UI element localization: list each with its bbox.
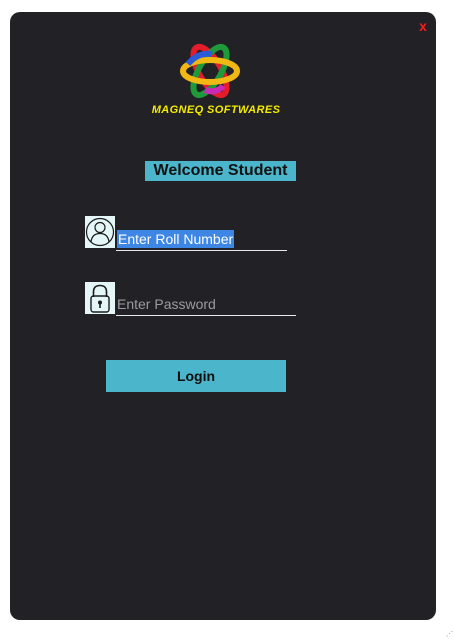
password-input[interactable]: Enter Password: [116, 293, 296, 316]
login-button[interactable]: Login: [106, 360, 286, 392]
brand-name: MAGNEQ SOFTWARES: [151, 104, 281, 116]
login-window: x MAGNEQ SOFTWARES Welcome Student Enter…: [10, 12, 436, 620]
roll-number-text: Enter Roll Number: [117, 230, 235, 248]
user-icon: [85, 216, 115, 248]
magneq-logo-icon: [180, 43, 240, 99]
resize-grip-icon[interactable]: ⋰: [446, 630, 453, 638]
welcome-heading: Welcome Student: [145, 161, 296, 181]
close-button[interactable]: x: [415, 16, 431, 36]
roll-number-input[interactable]: Enter Roll Number: [116, 228, 287, 251]
password-placeholder: Enter Password: [117, 296, 216, 312]
lock-icon: [85, 282, 115, 314]
